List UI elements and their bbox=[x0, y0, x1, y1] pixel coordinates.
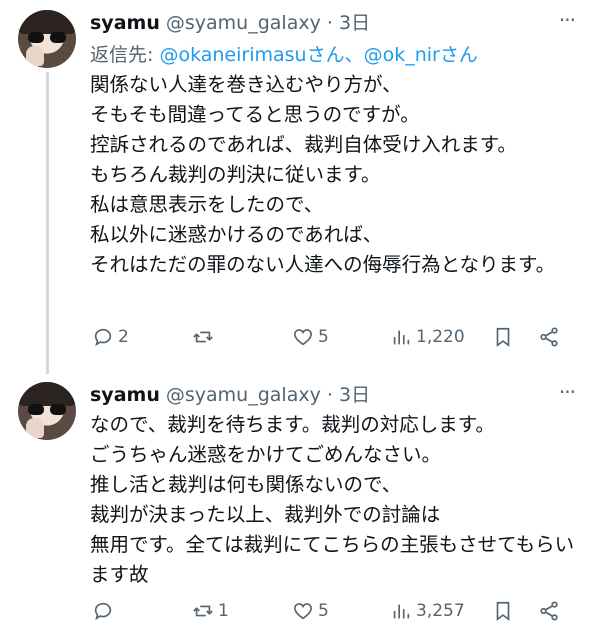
like-button[interactable]: 5 bbox=[292, 600, 329, 622]
separator: · bbox=[326, 12, 333, 34]
handle[interactable]: @syamu_galaxy bbox=[166, 12, 321, 34]
bookmark-button[interactable] bbox=[492, 600, 514, 622]
avatar[interactable] bbox=[18, 382, 76, 440]
retweet-icon bbox=[193, 331, 213, 343]
like-count: 5 bbox=[318, 327, 329, 347]
reply-icon bbox=[94, 328, 112, 347]
more-icon[interactable]: ··· bbox=[559, 380, 576, 404]
bookmark-icon bbox=[496, 601, 510, 621]
thread-line bbox=[46, 72, 49, 374]
reply-button[interactable] bbox=[92, 600, 118, 622]
tweet-actions: 2 5 1,220 bbox=[90, 326, 570, 356]
bookmark-icon bbox=[496, 327, 510, 347]
timestamp[interactable]: 3日 bbox=[339, 384, 370, 406]
timestamp[interactable]: 3日 bbox=[339, 12, 370, 34]
tweet-text: 関係ない人達を巻き込むやり方が、 そもそも間違ってると思うのですが。 控訴される… bbox=[90, 73, 556, 276]
retweet-button[interactable]: 1 bbox=[192, 600, 229, 622]
like-icon bbox=[293, 329, 313, 346]
tweet-header: syamu @syamu_galaxy · 3日 bbox=[90, 8, 370, 35]
views-count: 3,257 bbox=[416, 601, 465, 621]
views-count: 1,220 bbox=[416, 327, 465, 347]
views-icon bbox=[393, 330, 410, 345]
display-name[interactable]: syamu bbox=[90, 384, 160, 406]
tweet-text: なので、裁判を待ちます。裁判の対応します。 ごうちゃん迷惑をかけてごめんなさい。… bbox=[90, 413, 575, 586]
share-button[interactable] bbox=[538, 600, 560, 622]
handle[interactable]: @syamu_galaxy bbox=[166, 384, 321, 406]
separator: · bbox=[326, 384, 333, 406]
views-button[interactable]: 1,220 bbox=[390, 326, 465, 348]
like-button[interactable]: 5 bbox=[292, 326, 329, 348]
reply-to-label: 返信先: bbox=[90, 44, 160, 66]
share-button[interactable] bbox=[538, 326, 560, 348]
display-name[interactable]: syamu bbox=[90, 12, 160, 34]
more-icon[interactable]: ··· bbox=[559, 8, 576, 32]
like-icon bbox=[293, 603, 313, 620]
reply-to: 返信先: @okaneirimasuさん、@ok_nirさん bbox=[90, 40, 478, 67]
reply-button[interactable]: 2 bbox=[92, 326, 129, 348]
avatar[interactable] bbox=[18, 10, 76, 68]
reply-count: 2 bbox=[118, 327, 129, 347]
retweet-button[interactable] bbox=[192, 326, 218, 348]
views-button[interactable]: 3,257 bbox=[390, 600, 465, 622]
views-icon bbox=[393, 604, 410, 619]
retweet-count: 1 bbox=[218, 601, 229, 621]
tweet-actions: 1 5 3,257 bbox=[90, 600, 570, 630]
reply-icon bbox=[94, 602, 112, 621]
bookmark-button[interactable] bbox=[492, 326, 514, 348]
retweet-icon bbox=[193, 605, 213, 617]
share-icon bbox=[540, 601, 558, 621]
share-icon bbox=[540, 327, 558, 347]
tweet-header: syamu @syamu_galaxy · 3日 bbox=[90, 380, 370, 407]
like-count: 5 bbox=[318, 601, 329, 621]
reply-to-link[interactable]: @okaneirimasuさん、@ok_nirさん bbox=[159, 44, 477, 66]
